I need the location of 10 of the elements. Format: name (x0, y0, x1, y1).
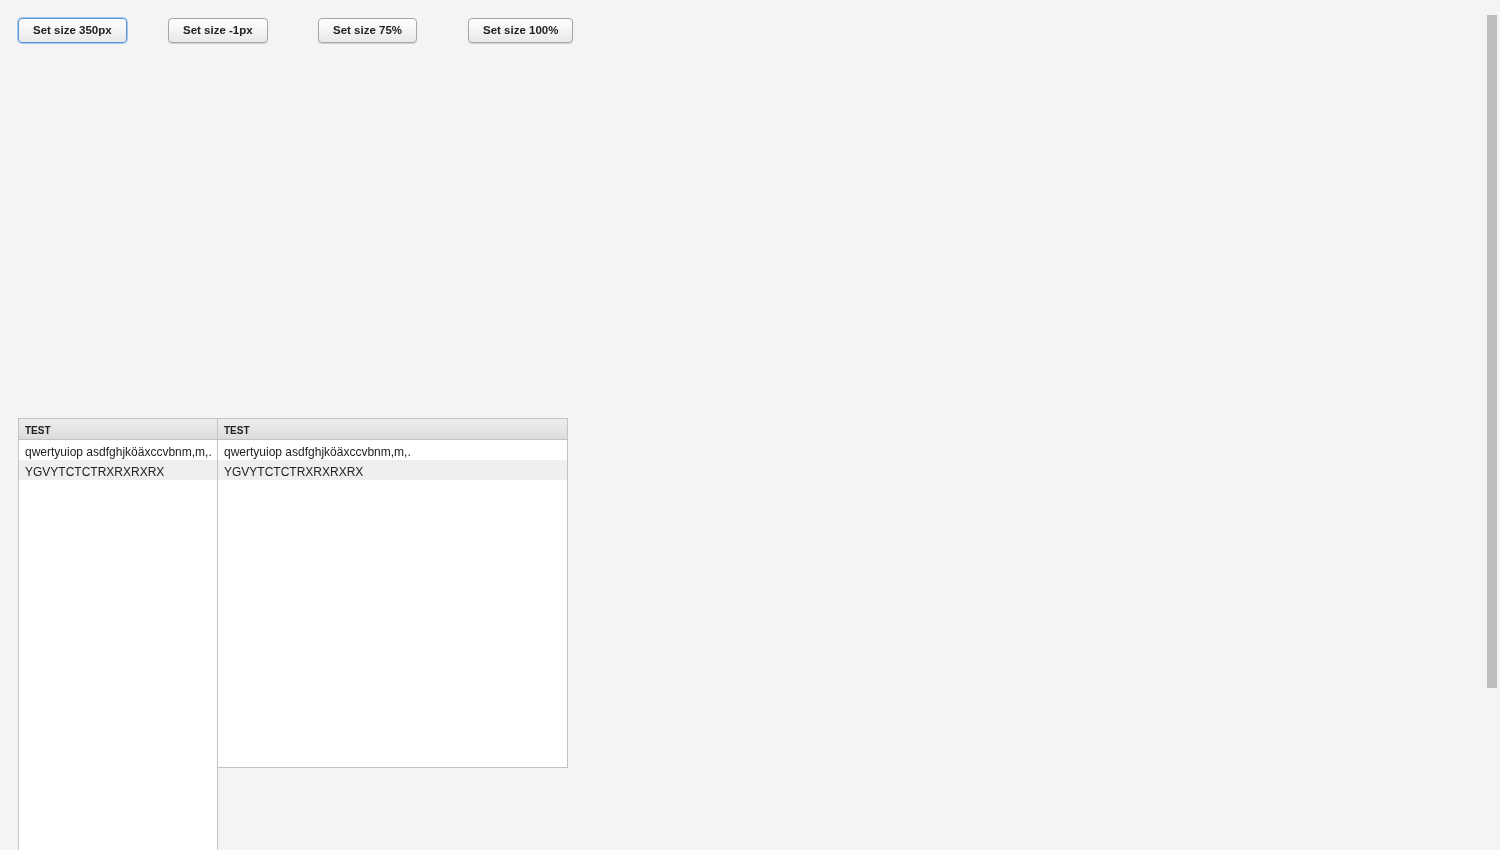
size-button[interactable]: Set size 350px (18, 18, 127, 43)
table-cell[interactable]: qwertyuiop asdfghjköäxccvbnm,m,. (218, 440, 567, 460)
column-header[interactable]: TEST (19, 419, 217, 440)
column-header[interactable]: TEST (218, 419, 567, 440)
size-button[interactable]: Set size -1px (168, 18, 268, 43)
table-cell[interactable]: YGVYTCTCTRXRXRXRX (218, 460, 567, 480)
size-button[interactable]: Set size 75% (318, 18, 418, 43)
table-cell[interactable]: qwertyuiop asdfghjköäxccvbnm,m,. (19, 440, 217, 460)
size-button[interactable]: Set size 100% (468, 18, 574, 43)
table-cell[interactable]: YGVYTCTCTRXRXRXRX (19, 460, 217, 480)
